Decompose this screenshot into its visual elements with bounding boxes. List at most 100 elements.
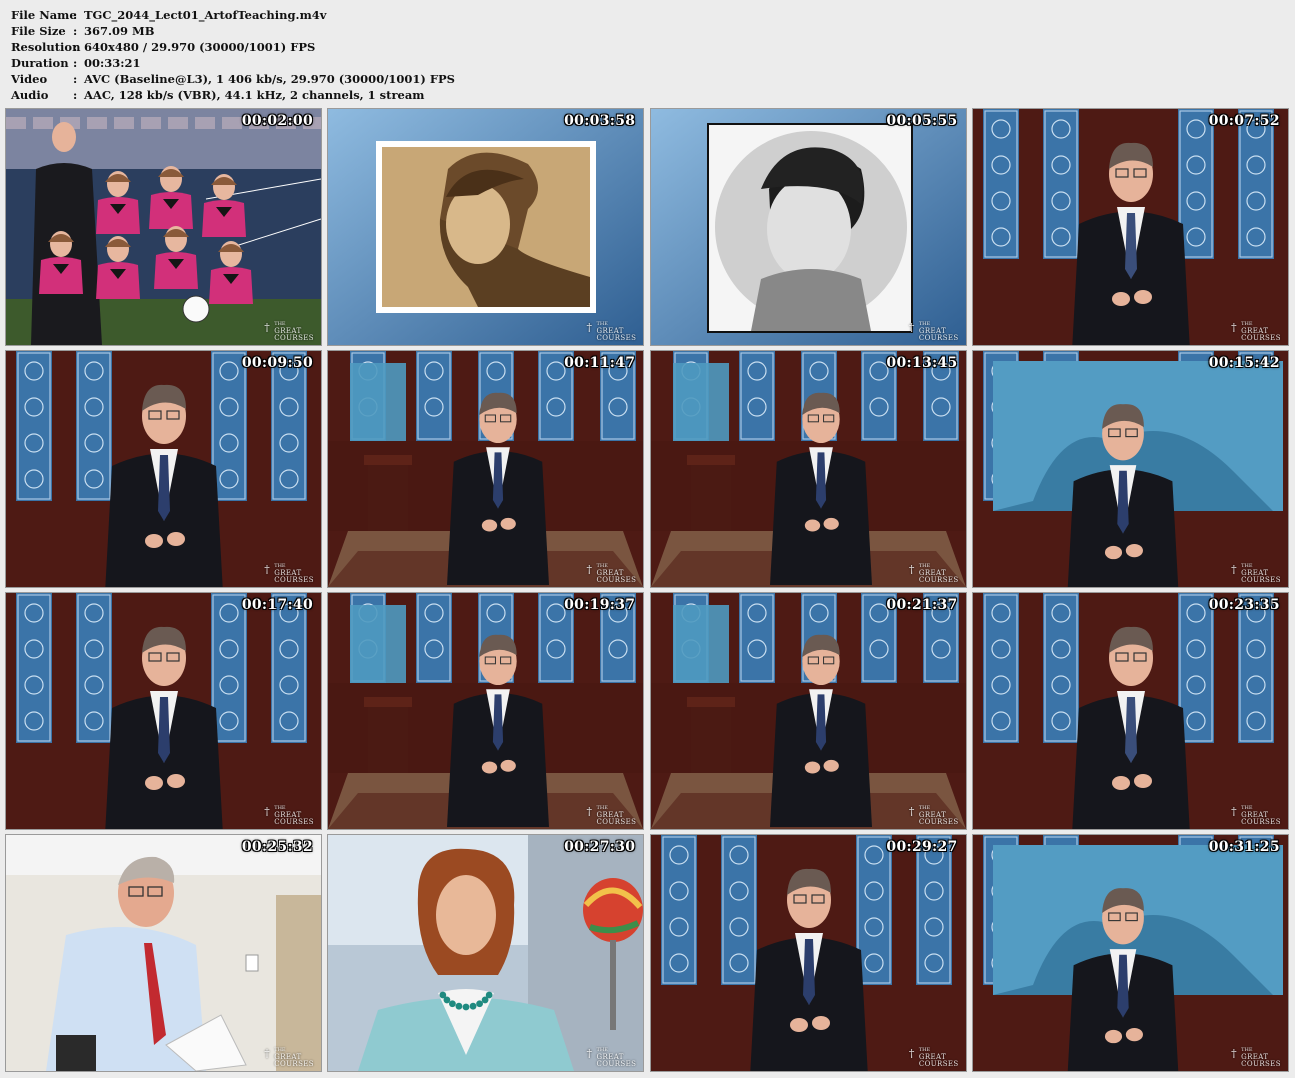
thumbnail-timestamp: 00:03:58 <box>564 113 636 129</box>
thumbnail-timestamp: 00:21:37 <box>886 597 958 613</box>
great-courses-logo: † THE GREAT COURSES <box>264 563 314 584</box>
video-thumbnail: 00:15:42 † THE GREAT COURSES <box>972 351 1288 587</box>
thumbnail-timestamp: 00:05:55 <box>886 113 958 129</box>
great-courses-logo: † THE GREAT COURSES <box>908 1047 959 1068</box>
thumbnail-timestamp: 00:09:50 <box>241 355 313 371</box>
thumbnail-timestamp: 00:29:27 <box>886 839 958 855</box>
video-thumbnail: 00:11:47 † THE GREAT COURSES <box>328 351 644 587</box>
torch-icon: † <box>264 321 270 334</box>
info-label: Resolution <box>11 40 81 54</box>
thumbnail-timestamp: 00:17:40 <box>241 597 313 613</box>
video-thumbnail: 00:07:52 † THE GREAT COURSES <box>972 109 1288 345</box>
great-courses-logo: † THE GREAT COURSES <box>586 321 637 342</box>
thumbnail-frame-image <box>650 109 966 345</box>
thumbnail-timestamp: 00:23:35 <box>1208 597 1280 613</box>
great-courses-logo: † THE GREAT COURSES <box>1231 805 1281 826</box>
info-value: TGC_2044_Lect01_ArtofTeaching.m4v <box>84 8 327 22</box>
info-row-video: Video: AVC (Baseline@L3), 1 406 kb/s, 29.… <box>11 72 455 86</box>
great-courses-logo: † THE GREAT COURSES <box>264 805 314 826</box>
video-thumbnail: 00:05:55 † THE GREAT COURSES <box>650 109 966 345</box>
video-thumbnail: 00:03:58 † THE GREAT COURSES <box>328 109 644 345</box>
info-label: Audio <box>11 88 49 102</box>
torch-icon: † <box>264 1047 270 1060</box>
video-thumbnail: 00:09:50 † THE GREAT COURSES <box>6 351 321 587</box>
thumbnail-frame-image <box>6 593 321 829</box>
thumbnail-frame-image <box>972 109 1288 345</box>
thumbnail-timestamp: 00:19:37 <box>564 597 636 613</box>
thumbnail-timestamp: 00:25:32 <box>241 839 313 855</box>
info-label: File Size <box>11 24 66 38</box>
info-value: 640x480 / 29.970 (30000/1001) FPS <box>84 40 316 54</box>
great-courses-logo: † THE GREAT COURSES <box>586 805 637 826</box>
thumbnail-timestamp: 00:07:52 <box>1208 113 1280 129</box>
torch-icon: † <box>586 321 593 334</box>
info-row-file-size: File Size:367.09 MB <box>11 24 155 38</box>
torch-icon: † <box>586 563 593 576</box>
video-thumbnail: 00:27:30 † THE GREAT COURSES <box>328 835 644 1071</box>
info-value: AAC, 128 kb/s (VBR), 44.1 kHz, 2 channel… <box>84 88 425 102</box>
thumbnail-frame-image <box>650 835 966 1071</box>
great-courses-logo: † THE GREAT COURSES <box>908 805 959 826</box>
great-courses-logo: † THE GREAT COURSES <box>1231 321 1281 342</box>
torch-icon: † <box>586 1047 593 1060</box>
info-label: Duration <box>11 56 69 70</box>
torch-icon: † <box>908 321 915 334</box>
video-thumbnail: 00:17:40 † THE GREAT COURSES <box>6 593 321 829</box>
thumbnail-timestamp: 00:15:42 <box>1208 355 1280 371</box>
thumbnail-timestamp: 00:27:30 <box>564 839 636 855</box>
torch-icon: † <box>264 563 270 576</box>
info-value: AVC (Baseline@L3), 1 406 kb/s, 29.970 (3… <box>84 72 455 86</box>
video-thumbnail: 00:19:37 † THE GREAT COURSES <box>328 593 644 829</box>
info-value: 00:33:21 <box>84 56 141 70</box>
video-thumbnail: 00:25:32 † THE GREAT COURSES <box>6 835 321 1071</box>
torch-icon: † <box>1231 805 1237 818</box>
torch-icon: † <box>908 563 915 576</box>
thumbnail-timestamp: 00:31:25 <box>1208 839 1280 855</box>
info-value: 367.09 MB <box>84 24 155 38</box>
info-row-resolution: Resolution: 640x480 / 29.970 (30000/1001)… <box>11 40 316 54</box>
video-thumbnail: 00:31:25 † THE GREAT COURSES <box>972 835 1288 1071</box>
great-courses-logo: † THE GREAT COURSES <box>1231 1047 1281 1068</box>
torch-icon: † <box>908 1047 915 1060</box>
thumbnail-frame-image <box>6 109 321 345</box>
torch-icon: † <box>1231 563 1237 576</box>
torch-icon: † <box>908 805 915 818</box>
torch-icon: † <box>264 805 270 818</box>
thumbnail-timestamp: 00:11:47 <box>564 355 636 371</box>
thumbnail-frame-image <box>650 593 966 829</box>
thumbnail-frame-image <box>328 109 644 345</box>
thumbnail-timestamp: 00:13:45 <box>886 355 958 371</box>
video-thumbnail: 00:23:35 † THE GREAT COURSES <box>972 593 1288 829</box>
torch-icon: † <box>1231 321 1237 334</box>
info-row-duration: Duration:00:33:21 <box>11 56 141 70</box>
thumbnail-timestamp: 00:02:00 <box>241 113 313 129</box>
thumbnail-frame-image <box>972 351 1288 587</box>
great-courses-logo: † THE GREAT COURSES <box>586 1047 637 1068</box>
great-courses-logo: † THE GREAT COURSES <box>908 563 959 584</box>
great-courses-logo: † THE GREAT COURSES <box>264 321 314 342</box>
video-thumbnail: 00:13:45 † THE GREAT COURSES <box>650 351 966 587</box>
great-courses-logo: † THE GREAT COURSES <box>264 1047 314 1068</box>
great-courses-logo: † THE GREAT COURSES <box>586 563 637 584</box>
thumbnail-grid: 00:02:00 † THE GREAT COURSES 00:03:58 † THE GREA… <box>6 109 1290 1071</box>
thumbnail-frame-image <box>328 835 644 1071</box>
thumbnail-frame-image <box>6 835 321 1071</box>
info-label: Video <box>11 72 48 86</box>
torch-icon: † <box>586 805 593 818</box>
thumbnail-frame-image <box>328 351 644 587</box>
thumbnail-frame-image <box>972 835 1288 1071</box>
info-row-file-name: File Name: TGC_2044_Lect01_ArtofTeaching.… <box>11 8 327 22</box>
thumbnail-frame-image <box>972 593 1288 829</box>
thumbnail-frame-image <box>328 593 644 829</box>
file-info-panel: File Name: TGC_2044_Lect01_ArtofTeaching.… <box>11 7 455 103</box>
info-label: File Name <box>11 8 77 22</box>
video-thumbnail: 00:02:00 † THE GREAT COURSES <box>6 109 321 345</box>
great-courses-logo: † THE GREAT COURSES <box>908 321 959 342</box>
thumbnail-frame-image <box>650 351 966 587</box>
info-row-audio: Audio: AAC, 128 kb/s (VBR), 44.1 kHz, 2 c… <box>11 88 425 102</box>
video-thumbnail: 00:21:37 † THE GREAT COURSES <box>650 593 966 829</box>
thumbnail-frame-image <box>6 351 321 587</box>
great-courses-logo: † THE GREAT COURSES <box>1231 563 1281 584</box>
video-thumbnail: 00:29:27 † THE GREAT COURSES <box>650 835 966 1071</box>
torch-icon: † <box>1231 1047 1237 1060</box>
